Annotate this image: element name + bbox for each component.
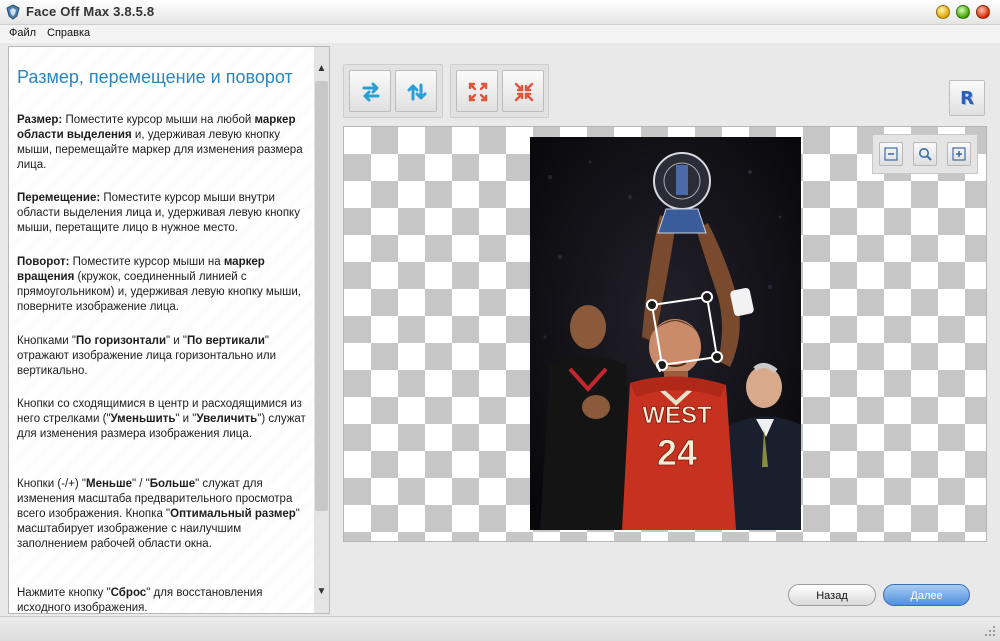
help-scrollbar[interactable]: ▲ ▼ [314, 47, 329, 613]
menu-help[interactable]: Справка [47, 27, 90, 39]
title-bar: Face Off Max 3.8.5.8 [0, 0, 1000, 25]
collapse-arrows-icon [514, 82, 534, 102]
help-title: Размер, перемещение и поворот [17, 67, 293, 87]
magnifier-icon [919, 148, 932, 161]
zoom-panel [872, 134, 978, 174]
help-paragraph-rotate: Поворот: Поместите курсор мыши на маркер… [17, 256, 301, 313]
help-paragraph-move: Перемещение: Поместите курсор мыши внутр… [17, 192, 300, 234]
minimize-button[interactable] [936, 5, 950, 19]
reset-button[interactable]: R [949, 80, 985, 116]
help-paragraph-reset: Нажмите кнопку "Сброс" для восстановлени… [17, 587, 263, 613]
jersey-number-text: 24 [657, 432, 697, 473]
preview-canvas[interactable]: WEST 24 [343, 126, 987, 542]
resize-toolbar [450, 64, 549, 118]
next-button[interactable]: Далее [883, 584, 970, 606]
help-paragraph-size: Размер: Поместите курсор мыши на любой м… [17, 114, 303, 171]
flip-toolbar [343, 64, 443, 118]
jersey-team-text: WEST [642, 402, 712, 429]
scroll-up-arrow-icon[interactable]: ▲ [314, 61, 329, 77]
help-content: Размер, перемещение и поворот Размер: По… [9, 47, 314, 613]
minus-icon [884, 147, 898, 161]
flip-horizontal-button[interactable] [349, 70, 391, 112]
menu-bar: Файл Справка [0, 25, 1000, 43]
back-button[interactable]: Назад [788, 584, 876, 606]
expand-arrows-icon [468, 82, 488, 102]
photo-preview[interactable]: WEST 24 [530, 137, 801, 530]
scroll-thumb[interactable] [315, 81, 328, 511]
help-paragraph-resize: Кнопки со сходящимися в центр и расходящ… [17, 398, 306, 440]
zoom-in-button[interactable] [947, 142, 971, 166]
help-panel: Размер, перемещение и поворот Размер: По… [8, 46, 330, 614]
help-paragraph-flip: Кнопками "По горизонтали" и "По вертикал… [17, 335, 277, 377]
zoom-out-button[interactable] [879, 142, 903, 166]
photo-image: WEST 24 [530, 137, 801, 530]
flip-vertical-button[interactable] [395, 70, 437, 112]
window-title: Face Off Max 3.8.5.8 [26, 4, 155, 19]
optimal-size-button[interactable] [913, 142, 937, 166]
flip-vertical-icon [407, 83, 427, 101]
app-logo-icon [6, 4, 20, 20]
status-bar [0, 616, 1000, 641]
flip-horizontal-icon [362, 82, 380, 102]
scroll-down-arrow-icon[interactable]: ▼ [314, 584, 329, 600]
close-button[interactable] [976, 5, 990, 19]
maximize-button[interactable] [956, 5, 970, 19]
menu-file[interactable]: Файл [9, 27, 36, 39]
resize-grip-icon[interactable] [984, 625, 996, 637]
enlarge-face-button[interactable] [456, 70, 498, 112]
plus-icon [952, 147, 966, 161]
shrink-face-button[interactable] [502, 70, 544, 112]
help-paragraph-zoom: Кнопки (-/+) "Меньше" / "Больше" служат … [17, 478, 300, 550]
reset-icon: R [960, 88, 974, 109]
